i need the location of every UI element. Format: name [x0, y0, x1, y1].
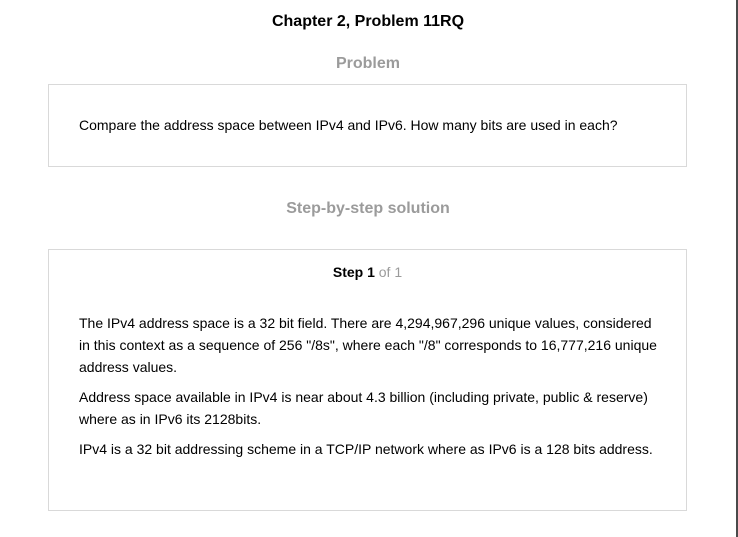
solution-paragraph: IPv4 is a 32 bit addressing scheme in a …: [79, 441, 653, 457]
step-count: of 1: [378, 264, 403, 280]
problem-box: Compare the address space between IPv4 a…: [48, 84, 687, 167]
problem-text: Compare the address space between IPv4 a…: [79, 117, 618, 133]
solution-paragraph: The IPv4 address space is a 32 bit field…: [79, 315, 657, 375]
step-label: Step 1: [332, 264, 375, 280]
page-title: Chapter 2, Problem 11RQ: [271, 13, 465, 30]
problem-heading: Problem: [335, 55, 400, 72]
solution-heading: Step-by-step solution: [286, 200, 450, 217]
solution-paragraph: Address space available in IPv4 is near …: [79, 389, 648, 427]
step-header: Step 1 of 1: [49, 263, 686, 281]
solution-box: Step 1 of 1 The IPv4 address space is a …: [48, 249, 687, 511]
solution-body: The IPv4 address space is a 32 bit field…: [79, 312, 660, 468]
